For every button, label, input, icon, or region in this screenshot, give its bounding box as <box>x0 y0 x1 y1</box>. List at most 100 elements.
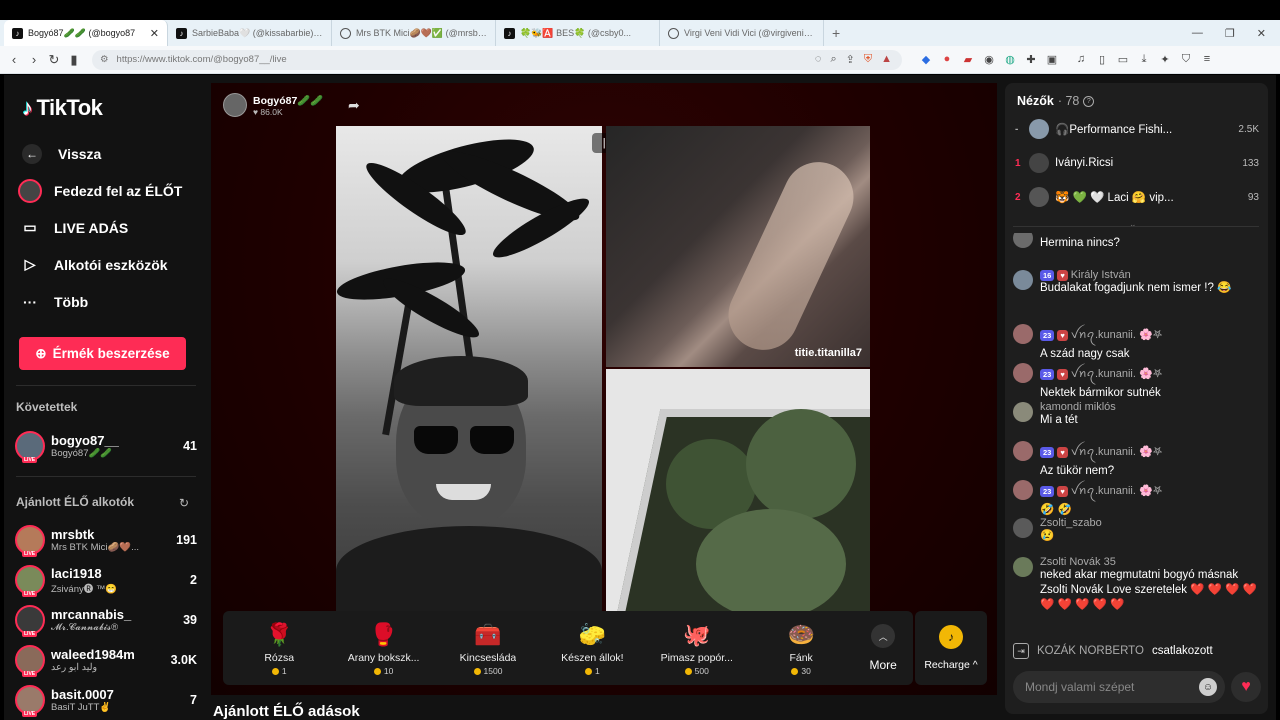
nav-more[interactable]: ··· Több <box>18 283 198 320</box>
level-badge: 23 <box>1040 446 1055 458</box>
browser-tab-3[interactable]: ♪ 🍀🐝🅰️ BES🍀 (@csby0... <box>496 20 660 46</box>
gift-price-value: 500 <box>694 666 709 676</box>
back-icon[interactable]: ‹ <box>4 52 24 67</box>
host-video[interactable] <box>336 126 602 611</box>
browser-tab-0[interactable]: ♪ Bogyó87🥒🥒 (@bogyo87 ✕ <box>4 20 168 46</box>
restore-icon[interactable]: ❐ <box>1225 27 1235 40</box>
get-coins-button[interactable]: ⊕ Érmék beszerzése <box>19 337 186 370</box>
recommended-account[interactable]: LIVE laci1918 Zsivány🅡 ™😁 2 <box>15 561 197 599</box>
sparkle-icon[interactable]: ✦ <box>1159 53 1171 66</box>
minimize-icon[interactable]: — <box>1192 27 1203 39</box>
wallet-icon[interactable]: ▭ <box>1117 53 1129 66</box>
account-name: laci1918 <box>51 565 102 581</box>
nav-creator-tools[interactable]: ▷ Alkotói eszközök <box>18 246 198 283</box>
live-badge: LIVE <box>22 457 38 463</box>
heart-icon: ♥ <box>1241 678 1251 695</box>
gift-item[interactable]: 🐙 Pimasz popór... 500 <box>645 611 749 685</box>
nav-back[interactable]: ← Vissza <box>18 135 198 172</box>
recommended-account[interactable]: LIVE basit.0007 BasiT JuTT✌ 7 <box>15 681 197 719</box>
following-account[interactable]: LIVE bogyo87__ Bogyó87🥒🥒 41 <box>15 427 197 465</box>
gift-item[interactable]: 🥊 Arany bokszk... 10 <box>331 611 435 685</box>
new-tab-icon[interactable]: + <box>824 25 848 41</box>
guest-video[interactable]: titie.titanilla7 <box>606 126 870 367</box>
browser-tab-1[interactable]: ♪ SarbieBaba🤍 (@kissabarbie) ÉLŐ a... <box>168 20 332 46</box>
vpn-icon[interactable]: ⛉ <box>1180 53 1192 66</box>
nav-go-live[interactable]: ▭ LIVE ADÁS <box>18 209 198 246</box>
tiktok-logo[interactable]: ♪ TikTok <box>22 95 103 121</box>
recommended-account[interactable]: LIVE mrsbtk Mrs BTK Mici🥔🤎... 191 <box>15 521 197 559</box>
site-settings-icon[interactable]: ⚙ <box>100 54 109 65</box>
recharge-button[interactable]: ♪ Recharge ^ <box>915 611 987 685</box>
chevron-down-icon[interactable]: ⌄ <box>1129 219 1137 230</box>
share-icon[interactable]: ➦ <box>348 97 360 114</box>
browser-tab-4[interactable]: Virgi Veni Vidi Vici (@virgiveniviidivic <box>660 20 824 46</box>
level-badge: 23 <box>1040 329 1055 341</box>
divider <box>16 385 196 386</box>
no-eye-icon[interactable]: ◌ <box>815 53 822 66</box>
top-viewer-row[interactable]: - 🎧Performance Fishi... 2.5K <box>1015 116 1259 142</box>
nav-explore-live[interactable]: Fedezd fel az ÉLŐT <box>18 172 198 209</box>
recommended-account[interactable]: LIVE mrcannabis_ 𝓜𝓻.𝓒𝓪𝓷𝓷𝓪𝓫𝓲𝓼® 39 <box>15 601 197 639</box>
refresh-icon[interactable]: ↻ <box>179 496 189 510</box>
donut-icon: 🍩 <box>787 622 815 647</box>
chat-panel: Nézők · 78 ? - 🎧Performance Fishi... 2.5… <box>1005 83 1268 714</box>
like-button[interactable]: ♥ <box>1231 672 1261 702</box>
brave-shield-icon[interactable]: ⛨ <box>864 53 872 66</box>
translate-icon[interactable]: ◆ <box>920 53 932 66</box>
reload-icon[interactable]: ↻ <box>44 52 64 68</box>
viewer-avatar <box>1029 119 1049 139</box>
gift-item[interactable]: 🌹 Rózsa 1 <box>227 611 331 685</box>
gift-item[interactable]: 🧰 Kincsesláda 1500 <box>436 611 540 685</box>
viewer-count: 191 <box>176 533 197 547</box>
extension-icon[interactable]: ◍ <box>1004 53 1016 66</box>
close-tab-icon[interactable]: ✕ <box>150 27 159 40</box>
forward-icon[interactable]: › <box>24 52 44 67</box>
chat-username[interactable]: ꪜꪀꪖ.kunanii. 🌸𖤐 <box>1071 440 1163 464</box>
top-viewer-row[interactable]: 1 Iványi.Ricsi 133 <box>1015 150 1259 176</box>
top-viewer-row[interactable]: 2 🐯 💚 🤍 Laci 🤗 vip... 93 <box>1015 184 1259 210</box>
puzzle-icon[interactable]: ✚ <box>1025 53 1037 66</box>
info-icon[interactable]: ? <box>1083 95 1095 107</box>
bookmark-icon[interactable]: ▮ <box>64 52 84 68</box>
rose-icon: 🌹 <box>265 622 293 647</box>
join-username[interactable]: KOZÁK NORBERTO <box>1037 645 1144 657</box>
zoom-icon[interactable]: ⌕ <box>830 53 836 66</box>
chat-username[interactable]: ꪜꪀꪖ.kunanii. 🌸𖤐 <box>1071 479 1163 503</box>
host-avatar[interactable] <box>223 93 247 117</box>
gift-item[interactable]: 🍩 Fánk 30 <box>749 611 853 685</box>
url-field[interactable]: ⚙ https://www.tiktok.com/@bogyo87__/live… <box>92 49 902 70</box>
close-window-icon[interactable]: ✕ <box>1257 27 1266 40</box>
extension-icon[interactable]: ◉ <box>983 53 995 66</box>
menu-icon[interactable]: ≡ <box>1201 53 1213 66</box>
extension-icon[interactable]: ● <box>941 53 953 66</box>
more-gifts-button[interactable]: ︿ More <box>853 611 913 685</box>
chat-username[interactable]: Zsolti Novák 35 <box>1040 556 1261 568</box>
chat-message-body: kamondi miklós Mi a tét <box>1040 401 1261 428</box>
chat-message: Zsolti_szabo 😢 <box>1013 517 1261 544</box>
chat-username[interactable]: ꪜꪀꪖ.kunanii. 🌸𖤐 <box>1071 323 1163 347</box>
coin-icon <box>473 667 481 675</box>
download-icon[interactable]: ⤓ <box>1138 53 1150 66</box>
music-icon[interactable]: ♫ <box>1075 53 1087 66</box>
chat-username[interactable]: ꪜꪀꪖ.kunanii. 🌸𖤐 <box>1071 362 1163 386</box>
extension-icon[interactable]: ▰ <box>962 53 974 66</box>
chat-username[interactable]: Király István <box>1071 269 1131 281</box>
extension-icon[interactable]: ▣ <box>1046 53 1058 66</box>
gift-item[interactable]: 🧽 Készen állok! 1 <box>540 611 644 685</box>
recommended-account[interactable]: LIVE waleed1984m وليد ابو رعد 3.0K <box>15 641 197 679</box>
coin-icon <box>684 667 692 675</box>
logo-text: TikTok <box>36 95 103 120</box>
chat-username[interactable]: kamondi miklós <box>1040 401 1261 413</box>
chat-username[interactable]: Zsolti_szabo <box>1040 517 1261 529</box>
browser-tab-2[interactable]: Mrs BTK Mici🥔🤎✅ (@mrsbtk) É... <box>332 20 496 46</box>
guest-video[interactable] <box>606 369 870 611</box>
share-page-icon[interactable]: ⇪ <box>846 53 855 66</box>
chat-input[interactable] <box>1025 680 1199 694</box>
triangle-icon[interactable]: ▲ <box>881 53 892 66</box>
sidebar-icon[interactable]: ▯ <box>1096 53 1108 66</box>
avatar: LIVE <box>15 525 45 557</box>
emoji-icon[interactable]: ☺ <box>1199 678 1217 696</box>
explore-live-avatar-icon <box>18 178 42 203</box>
host-info[interactable]: Bogyó87🥒🥒 ♥ 86.0K <box>223 93 324 117</box>
chat-avatar <box>1013 233 1033 248</box>
